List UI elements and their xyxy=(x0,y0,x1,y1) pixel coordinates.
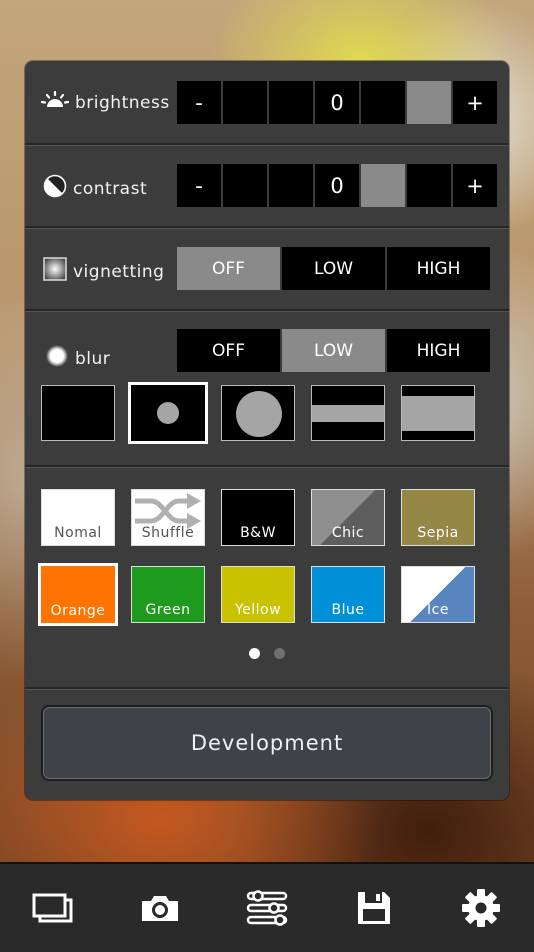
brightness-level-cell[interactable] xyxy=(361,81,405,124)
gallery-icon xyxy=(32,893,73,923)
vignetting-label-group: vignetting xyxy=(43,257,164,286)
filter-green[interactable]: Green xyxy=(131,566,205,623)
filter-row-2: Orange Green Yellow Blue Ice xyxy=(38,563,475,626)
filter-chic[interactable]: Chic xyxy=(311,489,385,546)
blur-shape-list xyxy=(41,382,475,444)
page-dot-2[interactable] xyxy=(274,648,285,659)
brightness-icon xyxy=(40,90,70,114)
blur-low-option[interactable]: LOW xyxy=(282,329,385,372)
blur-label: blur xyxy=(75,348,111,369)
blur-segmented-control[interactable]: OFF LOW HIGH xyxy=(177,329,490,372)
camera-button[interactable] xyxy=(130,878,190,938)
brightness-level-cell[interactable] xyxy=(269,81,313,124)
filter-shuffle[interactable]: Shuffle xyxy=(131,489,205,546)
blur-label-group: blur xyxy=(45,344,110,373)
blur-icon xyxy=(45,344,69,373)
vignetting-high-option[interactable]: HIGH xyxy=(387,247,490,290)
filter-yellow[interactable]: Yellow xyxy=(221,566,295,623)
sliders-icon xyxy=(246,890,288,926)
save-icon xyxy=(357,892,390,924)
contrast-minus-button[interactable]: - xyxy=(177,164,221,207)
filter-nomal[interactable]: Nomal xyxy=(41,489,115,546)
contrast-icon xyxy=(43,174,67,203)
camera-icon xyxy=(142,896,179,921)
contrast-level-cell[interactable] xyxy=(269,164,313,207)
filter-orange[interactable]: Orange xyxy=(38,563,118,626)
settings-button[interactable] xyxy=(451,878,511,938)
brightness-value: 0 xyxy=(315,81,359,124)
contrast-value: 0 xyxy=(315,164,359,207)
brightness-minus-button[interactable]: - xyxy=(177,81,221,124)
filter-sepia[interactable]: Sepia xyxy=(401,489,475,546)
adjustment-panel: brightness - 0 + contrast - 0 + vignetti… xyxy=(25,61,509,800)
divider xyxy=(25,687,509,689)
vignetting-off-option[interactable]: OFF xyxy=(177,247,280,290)
gear-icon xyxy=(461,889,500,927)
vignetting-segmented-control[interactable]: OFF LOW HIGH xyxy=(177,247,490,290)
save-button[interactable] xyxy=(344,878,404,938)
filter-blue[interactable]: Blue xyxy=(311,566,385,623)
vignetting-row: vignetting OFF LOW HIGH xyxy=(25,228,509,311)
contrast-level-indicator[interactable] xyxy=(361,164,405,207)
gallery-button[interactable] xyxy=(23,878,83,938)
brightness-row: brightness - 0 + xyxy=(25,61,509,145)
development-button[interactable]: Development xyxy=(41,705,493,781)
contrast-plus-button[interactable]: + xyxy=(453,164,497,207)
page-dot-1[interactable] xyxy=(249,648,260,659)
bottom-toolbar xyxy=(0,862,534,952)
filter-ice[interactable]: Ice xyxy=(401,566,475,623)
contrast-row: contrast - 0 + xyxy=(25,145,509,228)
contrast-stepper[interactable]: - 0 + xyxy=(177,164,497,207)
brightness-stepper[interactable]: - 0 + xyxy=(177,81,497,124)
blur-shape-thin-band[interactable] xyxy=(311,385,385,441)
blur-off-option[interactable]: OFF xyxy=(177,329,280,372)
contrast-label-group: contrast xyxy=(43,174,147,203)
contrast-label: contrast xyxy=(73,178,148,199)
contrast-level-cell[interactable] xyxy=(407,164,451,207)
filter-bw[interactable]: B&W xyxy=(221,489,295,546)
vignetting-icon xyxy=(43,257,67,286)
vignetting-low-option[interactable]: LOW xyxy=(282,247,385,290)
brightness-plus-button[interactable]: + xyxy=(453,81,497,124)
blur-high-option[interactable]: HIGH xyxy=(387,329,490,372)
vignetting-label: vignetting xyxy=(73,261,165,282)
page-indicator[interactable] xyxy=(25,648,509,659)
blur-shape-wide-band[interactable] xyxy=(401,385,475,441)
adjust-button[interactable] xyxy=(237,878,297,938)
brightness-level-indicator[interactable] xyxy=(407,81,451,124)
filter-row-1: Nomal Shuffle B&W Chic Sepia xyxy=(41,489,475,546)
brightness-level-cell[interactable] xyxy=(223,81,267,124)
blur-shape-large-circle[interactable] xyxy=(221,385,295,441)
brightness-label: brightness xyxy=(75,92,170,113)
brightness-label-group: brightness xyxy=(40,90,170,114)
contrast-level-cell[interactable] xyxy=(223,164,267,207)
blur-shape-none[interactable] xyxy=(41,385,115,441)
blur-shape-small-circle[interactable] xyxy=(128,382,208,444)
